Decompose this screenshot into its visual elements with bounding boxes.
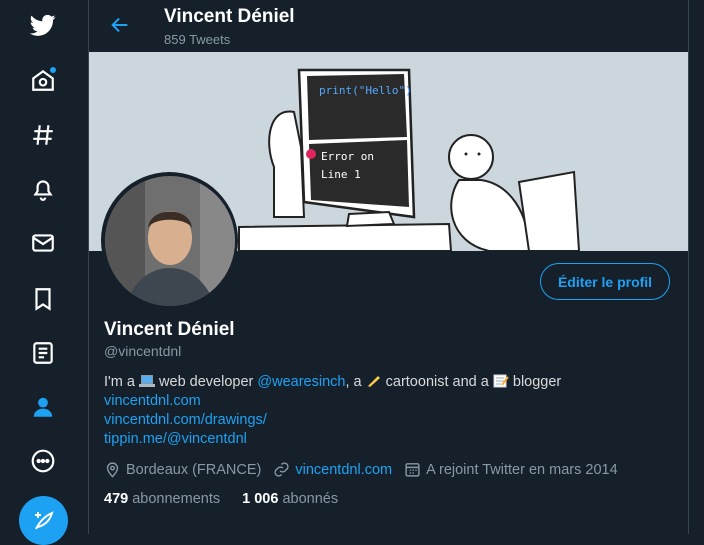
explore-hashtag-icon[interactable] [22, 114, 64, 156]
notification-dot [50, 67, 56, 73]
edit-profile-button[interactable]: Éditer le profil [540, 263, 670, 300]
avatar-photo [104, 175, 235, 306]
profile-header-bar: Vincent Déniel 859 Tweets [89, 0, 688, 52]
profile-meta: Bordeaux (FRANCE) vincentdnl.com A rejoi… [104, 461, 630, 478]
header-tweet-count: 859 Tweets [164, 32, 231, 47]
bio-text: cartoonist and a [385, 374, 489, 390]
bio-line: I'm a web developer @wearesinch, a carto… [104, 373, 561, 392]
bookmarks-icon[interactable] [22, 278, 64, 320]
bio-link-website[interactable]: vincentdnl.com [104, 393, 201, 409]
followers-count: 1 006 [242, 491, 279, 507]
website-item: vincentdnl.com [273, 461, 392, 478]
bio-text: blogger [512, 374, 562, 390]
followers-stat[interactable]: 1 006 abonnés [242, 491, 338, 507]
profile-handle: @vincentdnl [104, 343, 182, 359]
profile-icon[interactable] [22, 386, 64, 428]
profile-bio: I'm a web developer @wearesinch, a carto… [104, 373, 561, 449]
website-link[interactable]: vincentdnl.com [295, 462, 392, 478]
following-count: 479 [104, 491, 129, 507]
location-text: Bordeaux (FRANCE) [126, 461, 262, 478]
bio-link-drawings[interactable]: vincentdnl.com/drawings/ [104, 412, 267, 428]
location-item: Bordeaux (FRANCE) [104, 461, 261, 478]
notifications-bell-icon[interactable] [22, 168, 64, 210]
memo-emoji-icon [493, 374, 509, 388]
laptop-emoji-icon [139, 374, 155, 388]
followers-label: abonnés [282, 491, 339, 507]
bio-link-tippin[interactable]: tippin.me/@vincentdnl [104, 431, 247, 447]
bio-text: I'm a [104, 374, 135, 390]
banner-code-text: print("Hello") [319, 84, 412, 97]
joined-item: A rejoint Twitter en mars 2014 [404, 461, 618, 478]
compose-tweet-button[interactable] [19, 496, 68, 545]
home-icon[interactable] [22, 59, 64, 101]
bio-text: web developer [159, 374, 254, 390]
joined-text: A rejoint Twitter en mars 2014 [426, 461, 618, 478]
banner-error-line1: Error on [321, 150, 374, 163]
following-stat[interactable]: 479 abonnements [104, 491, 220, 507]
location-pin-icon [106, 462, 119, 478]
writing-hand-emoji-icon [366, 374, 382, 388]
feather-plus-icon [34, 510, 54, 529]
profile-main-column: Vincent Déniel 859 Tweets print("Hello")… [88, 0, 689, 534]
sidebar-nav [0, 0, 88, 545]
lists-icon[interactable] [22, 332, 64, 374]
following-label: abonnements [132, 491, 221, 507]
link-icon [274, 462, 289, 477]
more-options-icon[interactable] [22, 440, 64, 482]
bio-text: , a [345, 374, 362, 390]
messages-envelope-icon[interactable] [22, 222, 64, 264]
back-arrow-icon[interactable] [107, 12, 133, 38]
header-profile-name: Vincent Déniel [164, 6, 295, 27]
profile-name: Vincent Déniel [104, 319, 235, 340]
bio-mention-link[interactable]: @wearesinch [257, 374, 345, 390]
calendar-icon [405, 463, 420, 477]
banner-error-line2: Line 1 [321, 168, 361, 181]
profile-avatar[interactable] [101, 172, 238, 309]
follow-stats: 479 abonnements 1 006 abonnés [104, 491, 356, 507]
twitter-logo-icon[interactable] [22, 4, 64, 46]
